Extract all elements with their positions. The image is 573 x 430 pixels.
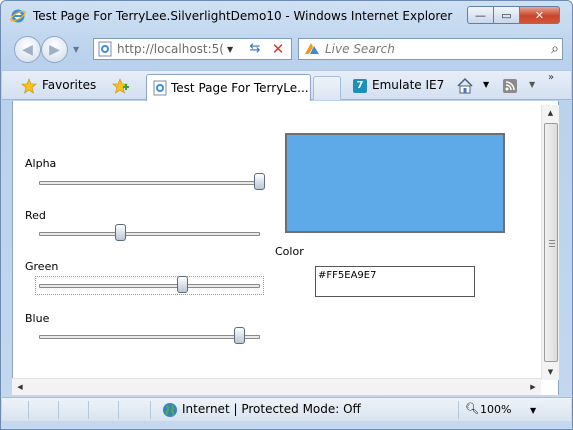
maximize-button[interactable]: ▭ [494,6,520,24]
recent-pages-dropdown[interactable]: ▼ [73,45,79,54]
red-label: Red [25,209,46,222]
home-dropdown-icon[interactable]: ▼ [483,80,489,89]
search-icon[interactable]: ⌕ [551,41,559,57]
add-favorite-icon[interactable] [112,77,130,95]
ie-logo-icon [10,9,26,23]
caption-buttons: — ▭ ✕ [467,6,560,24]
globe-icon [163,403,177,417]
scroll-left-icon[interactable]: ◀ [12,379,28,395]
blue-label: Blue [25,312,50,325]
url-text[interactable]: http://localhost:5( [117,42,233,56]
color-label: Color [275,245,304,258]
feeds-icon[interactable] [502,78,518,94]
grip-icon [549,240,555,247]
chevron-more-icon[interactable]: » [548,72,554,83]
home-icon[interactable] [456,77,474,95]
new-tab-button[interactable] [313,76,341,100]
color-swatch [285,133,505,233]
hex-color-field[interactable]: #FF5EA9E7 [315,266,475,297]
title-bar[interactable]: Test Page For TerryLee.SilverlightDemo10… [1,1,572,31]
status-bar: Internet | Protected Mode: Off 🔍︎ 100% ▼ [2,397,571,421]
favorites-star-icon [21,78,37,94]
status-divider [28,401,29,419]
vertical-scroll-thumb[interactable] [544,123,558,362]
alpha-slider-track[interactable] [39,181,260,185]
alpha-label: Alpha [25,157,57,170]
status-divider [88,401,89,419]
close-button[interactable]: ✕ [520,6,560,24]
green-label: Green [25,260,59,273]
security-zone-text[interactable]: Internet | Protected Mode: Off [182,402,361,416]
alpha-slider-thumb[interactable] [254,173,265,190]
emulate-ie7-button[interactable]: Emulate IE7 [372,78,444,92]
minimize-button[interactable]: — [467,6,494,24]
zoom-dropdown-icon[interactable]: ▼ [530,406,536,415]
search-box[interactable]: Live Search ⌕ [298,38,563,60]
green-slider-track[interactable] [39,284,260,288]
favorites-button[interactable]: Favorites [42,78,96,92]
page-icon [98,41,112,57]
emulate-ie7-icon: 7 [353,79,367,93]
status-divider [150,401,151,419]
tab-bar: Favorites Test Page For TerryLe... 7 Emu… [2,70,571,101]
address-dropdown-icon[interactable]: ▼ [227,45,233,54]
stop-icon[interactable]: ✕ [269,40,287,58]
zoom-level[interactable]: 100% [480,403,511,416]
red-slider-track[interactable] [39,232,260,236]
green-slider-thumb[interactable] [177,276,188,293]
scroll-right-icon[interactable]: ▶ [525,379,541,395]
scroll-up-icon[interactable]: ▲ [542,105,559,121]
browser-window: Test Page For TerryLee.SilverlightDemo10… [0,0,573,430]
refresh-icon[interactable]: ⇆ [245,41,265,57]
page-icon [153,80,167,96]
live-search-logo-icon [305,43,319,54]
tab-label: Test Page For TerryLe... [171,81,309,95]
tab-test-page[interactable]: Test Page For TerryLe... [146,74,311,101]
scroll-down-icon[interactable]: ▼ [542,364,559,380]
blue-slider-thumb[interactable] [234,327,246,344]
status-divider [458,401,459,419]
horizontal-scrollbar[interactable]: ◀ ▶ [12,378,541,395]
status-divider [58,401,59,419]
back-arrow-icon: ◀ [22,41,33,58]
blue-slider-track[interactable] [39,335,260,339]
vertical-scrollbar[interactable]: ▲ ▼ [541,105,559,380]
feeds-dropdown-icon[interactable]: ▼ [529,80,535,89]
red-slider-thumb[interactable] [115,224,127,241]
address-bar[interactable]: http://localhost:5( ▼ ⇆ ✕ [93,38,292,60]
search-input[interactable]: Live Search [325,42,395,56]
forward-button[interactable]: ▶ [41,36,68,63]
back-button[interactable]: ◀ [14,36,41,63]
status-divider [118,401,119,419]
magnifier-icon: 🔍︎ [465,402,479,415]
window-title: Test Page For TerryLee.SilverlightDemo10… [33,9,453,23]
navigation-bar: ◀ ▶ ▼ http://localhost:5( ▼ ⇆ ✕ Live Sea… [1,33,572,67]
forward-arrow-icon: ▶ [49,41,60,58]
